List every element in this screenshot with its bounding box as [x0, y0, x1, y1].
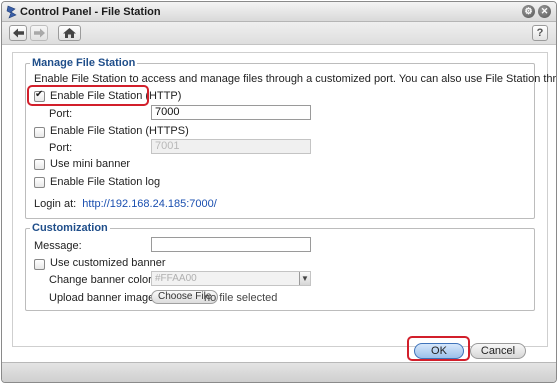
cancel-button[interactable]: Cancel — [470, 343, 526, 359]
control-panel-icon — [6, 5, 18, 19]
message-label: Message: — [34, 240, 82, 252]
login-url-link[interactable]: http://192.168.24.185:7000/ — [82, 198, 217, 210]
http-port-input[interactable]: 7000 — [151, 105, 311, 120]
login-line: Login at: http://192.168.24.185:7000/ — [34, 198, 217, 210]
home-icon — [63, 28, 76, 38]
login-label: Login at: — [34, 198, 77, 210]
message-input[interactable] — [151, 237, 311, 252]
banner-color-label: Change banner color: — [49, 274, 155, 286]
enable-https-checkbox[interactable] — [34, 127, 45, 138]
custom-banner-label: Use customized banner — [50, 257, 166, 269]
title-bar: Control Panel - File Station ⚙ ✕ — [2, 2, 556, 22]
https-port-input[interactable]: 7001 — [151, 139, 311, 154]
control-panel-window: Control Panel - File Station ⚙ ✕ ? Manag… — [1, 1, 557, 383]
toolbar: ? — [2, 22, 556, 45]
settings-panel: Manage File Station Enable File Station … — [12, 52, 556, 347]
https-port-label: Port: — [49, 142, 73, 154]
custom-banner-checkbox[interactable] — [34, 259, 45, 270]
file-station-log-checkbox[interactable] — [34, 177, 45, 188]
ok-highlight-box — [407, 336, 470, 361]
upload-banner-label: Upload banner image: — [49, 292, 158, 304]
no-file-selected-text: no file selected — [204, 292, 278, 304]
manage-description: Enable File Station to access and manage… — [34, 73, 557, 85]
window-title: Control Panel - File Station — [20, 6, 161, 18]
back-button[interactable] — [9, 25, 27, 41]
settings-icon[interactable]: ⚙ — [522, 5, 535, 18]
banner-color-select[interactable]: #FFAA00 ▼ — [151, 271, 311, 286]
forward-button[interactable] — [30, 25, 48, 41]
mini-banner-checkbox[interactable] — [34, 159, 45, 170]
customization-legend: Customization — [32, 222, 108, 234]
enable-https-label: Enable File Station (HTTPS) — [50, 125, 189, 137]
manage-section-legend: Manage File Station — [32, 57, 136, 69]
http-port-label: Port: — [49, 108, 73, 120]
http-highlight-box — [27, 85, 149, 106]
chevron-down-icon: ▼ — [299, 272, 310, 285]
home-button[interactable] — [58, 25, 81, 41]
help-icon[interactable]: ? — [532, 25, 548, 41]
banner-color-value: #FFAA00 — [155, 273, 197, 284]
mini-banner-label: Use mini banner — [50, 158, 131, 170]
forward-arrow-icon — [34, 28, 45, 38]
status-bar — [2, 362, 556, 382]
close-icon[interactable]: ✕ — [538, 5, 551, 18]
file-station-log-label: Enable File Station log — [50, 176, 161, 188]
back-arrow-icon — [13, 28, 24, 38]
